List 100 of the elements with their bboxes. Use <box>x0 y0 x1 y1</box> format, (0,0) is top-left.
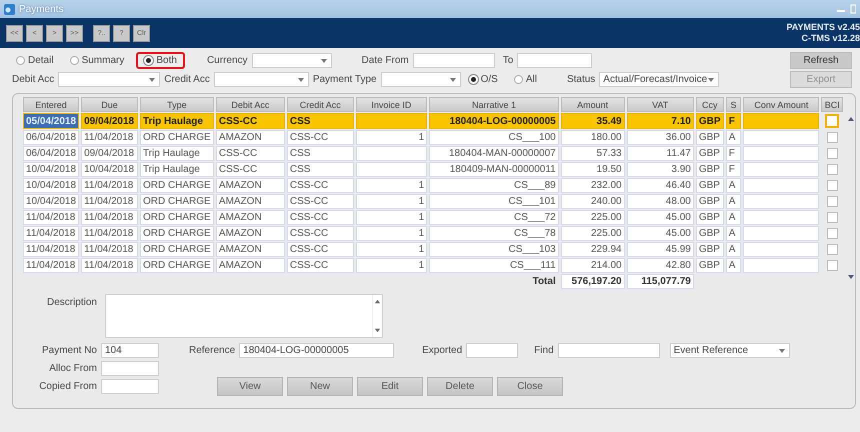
action-button[interactable]: Delete <box>427 377 493 396</box>
table-row[interactable]: 06/04/2018 09/04/2018 Trip Haulage CSS-CC CSS 180404-MAN-00000007 57.33 11.47 GBP F <box>23 146 844 161</box>
radio-option[interactable]: All <box>510 72 541 87</box>
column-header[interactable]: Entered <box>23 97 80 112</box>
find-by-dropdown[interactable]: Event Reference <box>670 343 790 358</box>
radio-option[interactable]: Both <box>136 52 185 69</box>
currency-label: Currency <box>206 55 248 66</box>
refresh-button[interactable]: Refresh <box>790 52 852 69</box>
table-cell: AMAZON <box>216 258 285 273</box>
reference-field[interactable]: 180404-LOG-00000005 <box>239 343 394 358</box>
checkbox[interactable] <box>826 228 838 239</box>
table-row[interactable]: 11/04/2018 11/04/2018 ORD CHARGE AMAZON CSS-CC 1 CS___103 229.94 45.99 GBP A <box>23 242 844 257</box>
table-cell: 240.00 <box>560 194 625 209</box>
table-cell: AMAZON <box>216 194 285 209</box>
column-header[interactable]: BCI <box>821 97 844 112</box>
column-header[interactable]: Narrative 1 <box>429 97 559 112</box>
dropdown-arrow-icon[interactable] <box>320 59 327 63</box>
alloc-from-label: Alloc From <box>48 363 97 374</box>
radio-option[interactable]: Summary <box>66 53 128 68</box>
table-cell: A <box>726 226 742 241</box>
status-dropdown[interactable]: Actual/Forecast/Invoice <box>599 72 720 87</box>
table-cell: CS___89 <box>429 178 559 193</box>
checkbox[interactable] <box>826 196 838 207</box>
action-button[interactable]: New <box>287 377 353 396</box>
table-cell: CSS <box>286 146 354 161</box>
dropdown-arrow-icon[interactable] <box>298 78 304 82</box>
dropdown-arrow-icon[interactable] <box>450 78 456 82</box>
table-row[interactable]: 11/04/2018 11/04/2018 ORD CHARGE AMAZON CSS-CC 1 CS___72 225.00 45.00 GBP A <box>23 210 844 225</box>
table-cell: A <box>726 242 742 257</box>
column-header[interactable]: Type <box>140 97 214 112</box>
table-cell: CSS-CC <box>286 178 354 193</box>
checkbox[interactable] <box>826 132 838 143</box>
table-cell: CS___72 <box>429 210 559 225</box>
table-cell: 09/04/2018 <box>81 146 138 161</box>
dropdown-arrow-icon[interactable] <box>778 349 785 353</box>
action-button[interactable]: Close <box>497 377 563 396</box>
table-row[interactable]: 10/04/2018 11/04/2018 ORD CHARGE AMAZON CSS-CC 1 CS___101 240.00 48.00 GBP A <box>23 194 844 209</box>
scroll-up-icon[interactable] <box>374 298 381 305</box>
table-row[interactable]: 11/04/2018 11/04/2018 ORD CHARGE AMAZON CSS-CC 1 CS___78 225.00 45.00 GBP A <box>23 226 844 241</box>
table-cell: F <box>726 162 742 177</box>
checkbox[interactable] <box>826 244 838 255</box>
table-cell: CS___111 <box>429 258 559 273</box>
table-row[interactable]: 06/04/2018 11/04/2018 ORD CHARGE AMAZON CSS-CC 1 CS___100 180.00 36.00 GBP A <box>23 130 844 145</box>
table-cell: 45.00 <box>626 210 694 225</box>
table-cell: CS___78 <box>429 226 559 241</box>
column-header[interactable]: Ccy <box>696 97 724 112</box>
radio-option[interactable]: Detail <box>12 53 58 68</box>
checkbox[interactable] <box>825 114 840 128</box>
reference-label: Reference <box>189 345 236 356</box>
column-header[interactable]: Conv Amount <box>743 97 820 112</box>
copied-from-label: Copied From <box>38 381 97 392</box>
column-header[interactable]: VAT <box>626 97 694 112</box>
scroll-up-icon[interactable] <box>846 115 855 123</box>
action-button[interactable]: Edit <box>357 377 423 396</box>
scroll-down-icon[interactable] <box>846 273 855 281</box>
table-cell: 1 <box>356 194 428 209</box>
date-to-field[interactable] <box>517 53 592 68</box>
column-header[interactable]: S <box>726 97 742 112</box>
table-row[interactable]: 05/04/2018 09/04/2018 Trip Haulage CSS-CC CSS 180404-LOG-00000005 35.49 7.10 GBP F <box>23 113 844 129</box>
table-row[interactable]: 10/04/2018 10/04/2018 Trip Haulage CSS-CC CSS 180409-MAN-00000011 19.50 3.90 GBP F <box>23 162 844 177</box>
maximize-icon[interactable] <box>850 4 856 14</box>
checkbox[interactable] <box>826 164 838 175</box>
table-cell: GBP <box>696 162 724 177</box>
copied-from-field[interactable] <box>101 379 159 394</box>
checkbox[interactable] <box>826 212 838 223</box>
table-row[interactable]: 10/04/2018 11/04/2018 ORD CHARGE AMAZON CSS-CC 1 CS___89 232.00 46.40 GBP A <box>23 178 844 193</box>
table-cell: ORD CHARGE <box>140 226 214 241</box>
table-cell: CSS-CC <box>216 162 285 177</box>
dropdown-arrow-icon[interactable] <box>149 78 156 82</box>
alloc-from-field[interactable] <box>101 361 159 376</box>
column-header[interactable]: Invoice ID <box>356 97 428 112</box>
checkbox[interactable] <box>826 148 838 159</box>
action-button[interactable]: View <box>217 377 283 396</box>
table-cell: AMAZON <box>216 178 285 193</box>
checkbox[interactable] <box>826 260 838 271</box>
radio-option[interactable]: O/S <box>464 72 502 87</box>
description-field[interactable] <box>105 294 383 338</box>
table-cell: CSS-CC <box>286 226 354 241</box>
table-cell: CSS-CC <box>286 258 354 273</box>
column-header[interactable]: Amount <box>560 97 625 112</box>
payment-no-field[interactable]: 104 <box>101 343 159 358</box>
table-cell: 10/04/2018 <box>23 194 80 209</box>
exported-field[interactable] <box>466 343 518 358</box>
column-header[interactable]: Due <box>81 97 138 112</box>
exported-label: Exported <box>422 345 462 356</box>
table-cell: A <box>726 210 742 225</box>
checkbox[interactable] <box>826 180 838 191</box>
table-cell: CSS <box>286 113 354 129</box>
table-cell: 48.00 <box>626 194 694 209</box>
dropdown-arrow-icon[interactable] <box>708 78 714 82</box>
find-field[interactable] <box>558 343 660 358</box>
table-cell: 42.80 <box>626 258 694 273</box>
table-cell: 180.00 <box>560 130 625 145</box>
scroll-down-icon[interactable] <box>374 327 381 334</box>
table-row[interactable]: 11/04/2018 11/04/2018 ORD CHARGE AMAZON CSS-CC 1 CS___111 214.00 42.80 GBP A <box>23 258 844 273</box>
date-from-field[interactable] <box>412 53 495 68</box>
table-cell: Trip Haulage <box>140 146 214 161</box>
column-header[interactable]: Credit Acc <box>286 97 354 112</box>
column-header[interactable]: Debit Acc <box>216 97 285 112</box>
table-cell: ORD CHARGE <box>140 178 214 193</box>
